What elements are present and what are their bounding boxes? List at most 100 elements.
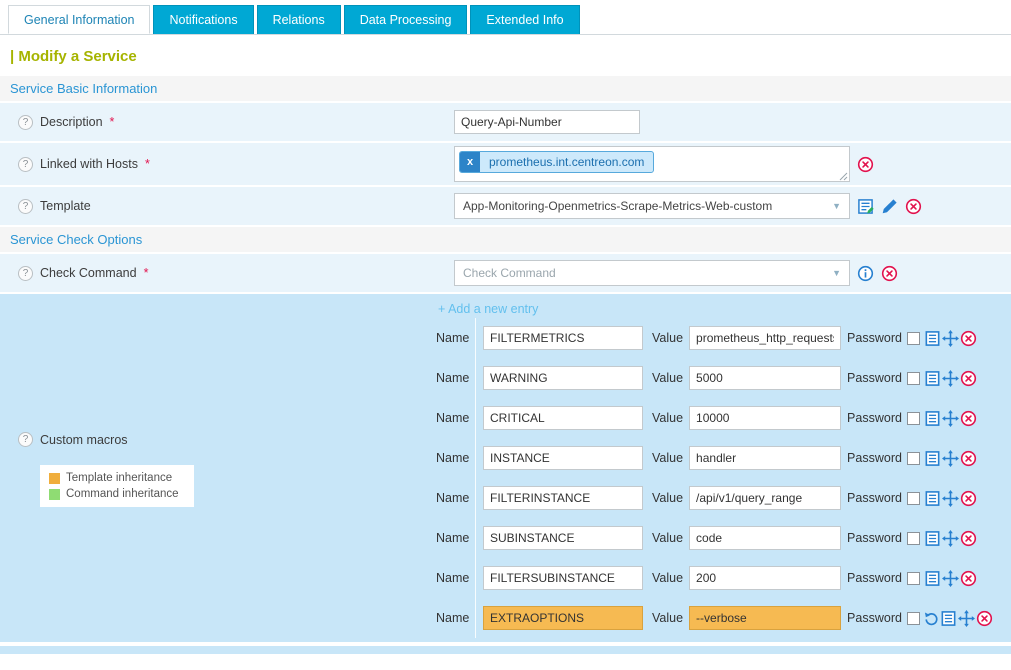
macro-password-label: Password xyxy=(847,371,902,385)
macro-name-input[interactable] xyxy=(483,446,643,470)
password-checkbox[interactable] xyxy=(907,332,920,345)
tab-data-processing[interactable]: Data Processing xyxy=(344,5,468,34)
macro-name-input[interactable] xyxy=(483,406,643,430)
macro-name-input[interactable] xyxy=(483,606,643,630)
clear-hosts-icon[interactable] xyxy=(857,156,874,173)
description-input[interactable] xyxy=(454,110,640,134)
macro-value-input[interactable] xyxy=(689,486,841,510)
linked-hosts-label: Linked with Hosts xyxy=(40,157,138,171)
macro-name-label: Name xyxy=(436,491,469,505)
custom-macros-section: ? Custom macros Template inheritance Com… xyxy=(0,294,1011,642)
password-checkbox[interactable] xyxy=(907,612,920,625)
macro-value-input[interactable] xyxy=(689,526,841,550)
move-icon[interactable] xyxy=(942,570,959,587)
delete-icon[interactable] xyxy=(960,450,977,467)
hosts-tag-box[interactable]: x prometheus.int.centreon.com xyxy=(454,146,850,182)
macro-name-input[interactable] xyxy=(483,326,643,350)
list-icon[interactable] xyxy=(940,610,957,627)
macro-row: Name Value Password xyxy=(436,478,1011,518)
help-icon[interactable]: ? xyxy=(18,115,33,130)
move-icon[interactable] xyxy=(942,530,959,547)
clear-template-icon[interactable] xyxy=(905,198,922,215)
info-icon[interactable] xyxy=(857,265,874,282)
add-new-entry-link[interactable]: + Add a new entry xyxy=(436,294,1011,318)
password-checkbox[interactable] xyxy=(907,452,920,465)
macro-name-input[interactable] xyxy=(483,526,643,550)
delete-icon[interactable] xyxy=(960,370,977,387)
edit-pencil-icon[interactable] xyxy=(881,198,898,215)
template-select[interactable]: App-Monitoring-Openmetrics-Scrape-Metric… xyxy=(454,193,850,219)
help-icon[interactable]: ? xyxy=(18,157,33,172)
password-checkbox[interactable] xyxy=(907,532,920,545)
macro-value-input[interactable] xyxy=(689,606,841,630)
delete-icon[interactable] xyxy=(960,490,977,507)
list-icon[interactable] xyxy=(924,490,941,507)
delete-icon[interactable] xyxy=(960,570,977,587)
tab-relations[interactable]: Relations xyxy=(257,5,341,34)
macro-password-label: Password xyxy=(847,491,902,505)
chevron-down-icon: ▼ xyxy=(832,201,841,211)
macro-row: Name Value Password xyxy=(436,438,1011,478)
tab-bar: General Information Notifications Relati… xyxy=(0,0,1011,35)
list-icon[interactable] xyxy=(924,410,941,427)
resize-handle-icon[interactable] xyxy=(838,170,848,180)
custom-macros-rows: + Add a new entry Name Value Password Na… xyxy=(436,294,1011,638)
help-icon[interactable]: ? xyxy=(18,199,33,214)
macro-value-label: Value xyxy=(652,371,683,385)
row-linked-hosts: ? Linked with Hosts * x prometheus.int.c… xyxy=(0,143,1011,187)
template-inheritance-swatch xyxy=(49,473,60,484)
move-icon[interactable] xyxy=(958,610,975,627)
template-view-icon[interactable] xyxy=(857,198,874,215)
macro-name-input[interactable] xyxy=(483,366,643,390)
move-icon[interactable] xyxy=(942,410,959,427)
password-checkbox[interactable] xyxy=(907,572,920,585)
list-icon[interactable] xyxy=(924,370,941,387)
delete-icon[interactable] xyxy=(960,410,977,427)
macro-value-input[interactable] xyxy=(689,366,841,390)
macro-value-label: Value xyxy=(652,331,683,345)
macro-name-label: Name xyxy=(436,331,469,345)
clear-check-command-icon[interactable] xyxy=(881,265,898,282)
delete-icon[interactable] xyxy=(960,530,977,547)
password-checkbox[interactable] xyxy=(907,412,920,425)
macro-row: Name Value Password xyxy=(436,358,1011,398)
tab-notifications[interactable]: Notifications xyxy=(153,5,253,34)
macro-value-input[interactable] xyxy=(689,326,841,350)
tab-extended-info[interactable]: Extended Info xyxy=(470,5,579,34)
check-command-select[interactable]: Check Command ▼ xyxy=(454,260,850,286)
help-icon[interactable]: ? xyxy=(18,432,33,447)
password-checkbox[interactable] xyxy=(907,492,920,505)
move-icon[interactable] xyxy=(942,450,959,467)
macro-value-input[interactable] xyxy=(689,566,841,590)
help-icon[interactable]: ? xyxy=(18,266,33,281)
move-icon[interactable] xyxy=(942,330,959,347)
chip-remove-icon[interactable]: x xyxy=(460,152,480,172)
password-checkbox[interactable] xyxy=(907,372,920,385)
macro-password-label: Password xyxy=(847,451,902,465)
delete-icon[interactable] xyxy=(960,330,977,347)
macro-password-label: Password xyxy=(847,571,902,585)
list-icon[interactable] xyxy=(924,330,941,347)
undo-icon[interactable] xyxy=(924,611,939,626)
macro-row: Name Value Password xyxy=(436,398,1011,438)
tab-general-information[interactable]: General Information xyxy=(8,5,150,34)
list-icon[interactable] xyxy=(924,570,941,587)
macro-value-label: Value xyxy=(652,571,683,585)
macro-name-input[interactable] xyxy=(483,566,643,590)
row-template: ? Template App-Monitoring-Openmetrics-Sc… xyxy=(0,187,1011,227)
macro-value-input[interactable] xyxy=(689,406,841,430)
move-icon[interactable] xyxy=(942,370,959,387)
list-icon[interactable] xyxy=(924,450,941,467)
macro-row: Name Value Password xyxy=(436,318,1011,358)
required-asterisk: * xyxy=(110,115,115,129)
list-icon[interactable] xyxy=(924,530,941,547)
delete-icon[interactable] xyxy=(976,610,993,627)
macro-name-label: Name xyxy=(436,571,469,585)
macro-value-input[interactable] xyxy=(689,446,841,470)
macro-name-input[interactable] xyxy=(483,486,643,510)
description-label: Description xyxy=(40,115,103,129)
move-icon[interactable] xyxy=(942,490,959,507)
macro-password-label: Password xyxy=(847,411,902,425)
legend-label: Command inheritance xyxy=(66,488,179,500)
bottom-strip xyxy=(0,646,1011,654)
